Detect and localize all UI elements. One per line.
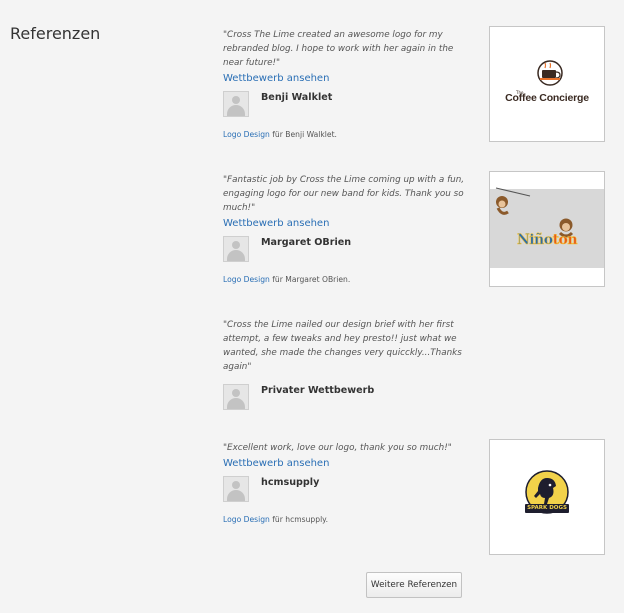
logo-wordmark: SPARK DOGS xyxy=(527,505,567,511)
avatar[interactable] xyxy=(223,91,249,117)
testimonial-quote: "Cross The Lime created an awesome logo … xyxy=(223,30,454,68)
dog-logo-icon xyxy=(525,470,569,514)
user-row: Benji Walklet xyxy=(223,91,473,117)
reference-item: "Excellent work, love our logo, thank yo… xyxy=(223,441,473,524)
avatar[interactable] xyxy=(223,236,249,262)
monkey-logo-icon xyxy=(490,172,604,286)
testimonial-quote: "Excellent work, love our logo, thank yo… xyxy=(223,443,452,453)
logo-thumbnail-ninoton[interactable]: Niñoton xyxy=(489,171,605,287)
more-references-button[interactable]: Weitere Referenzen xyxy=(366,572,462,598)
logo-wordmark: Niñoton xyxy=(516,232,578,249)
user-name[interactable]: Margaret OBrien xyxy=(261,237,351,248)
reference-item: "Cross The Lime created an awesome logo … xyxy=(223,28,473,139)
user-name[interactable]: hcmsupply xyxy=(261,477,319,488)
reference-item: "Fantastic job by Cross the Lime coming … xyxy=(223,173,473,284)
testimonial-quote: "Cross the Lime nailed our design brief … xyxy=(223,320,462,372)
avatar xyxy=(223,384,249,410)
credit-line: Logo Design für Benji Walklet. xyxy=(223,130,337,139)
user-row: Privater Wettbewerb xyxy=(223,384,473,410)
user-name: Privater Wettbewerb xyxy=(261,385,375,396)
coffee-cup-icon: The xyxy=(515,60,563,95)
logo-wordmark: Coffee Concierge xyxy=(505,92,589,104)
section-title: Referenzen xyxy=(10,24,101,43)
view-contest-link[interactable]: Wettbewerb ansehen xyxy=(223,72,473,86)
credit-line: Logo Design für Margaret OBrien. xyxy=(223,275,351,284)
user-row: hcmsupply xyxy=(223,476,473,502)
logo-thumbnail-coffee-concierge[interactable]: The Coffee Concierge xyxy=(489,26,605,142)
category-link[interactable]: Logo Design xyxy=(223,515,270,524)
credit-line: Logo Design für hcmsupply. xyxy=(223,515,329,524)
logo-thumbnail-spark-dogs[interactable]: SPARK DOGS xyxy=(489,439,605,555)
category-link[interactable]: Logo Design xyxy=(223,275,270,284)
user-row: Margaret OBrien xyxy=(223,236,473,262)
reference-item: "Cross the Lime nailed our design brief … xyxy=(223,318,473,410)
view-contest-link[interactable]: Wettbewerb ansehen xyxy=(223,217,473,231)
view-contest-link[interactable]: Wettbewerb ansehen xyxy=(223,457,473,471)
testimonial-quote: "Fantastic job by Cross the Lime coming … xyxy=(223,175,465,213)
avatar[interactable] xyxy=(223,476,249,502)
category-link[interactable]: Logo Design xyxy=(223,130,270,139)
user-name[interactable]: Benji Walklet xyxy=(261,92,332,103)
